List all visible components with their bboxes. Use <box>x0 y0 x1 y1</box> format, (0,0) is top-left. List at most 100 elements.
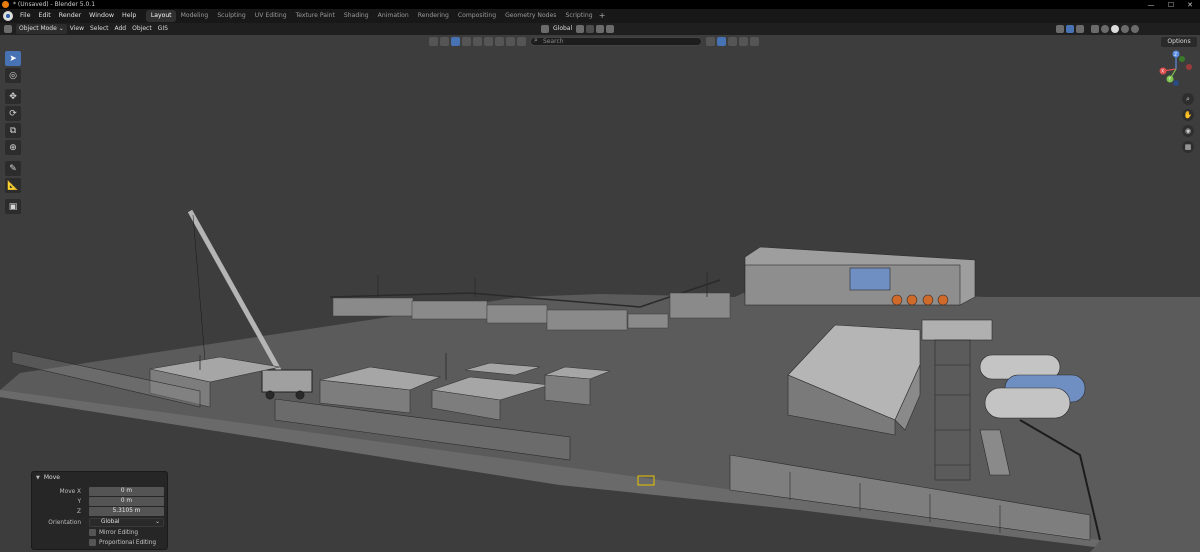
workspace-tab-rendering[interactable]: Rendering <box>413 10 453 22</box>
workspace-tab-shading[interactable]: Shading <box>339 10 373 22</box>
scene-render <box>0 209 1200 552</box>
y-axis-label: Y <box>1168 77 1172 82</box>
operator-panel-header[interactable]: ▼ Move <box>32 472 167 483</box>
armature-filter-icon[interactable] <box>506 36 515 46</box>
wireframe-shading-icon[interactable] <box>1101 25 1109 33</box>
menu-render[interactable]: Render <box>55 9 85 23</box>
snap-target-icon[interactable] <box>596 25 605 33</box>
annotate-tool[interactable]: ✎ <box>5 161 21 176</box>
checkbox-icon <box>89 529 96 536</box>
light-filter-icon[interactable] <box>473 36 482 46</box>
workspace-tab-sculpting[interactable]: Sculpting <box>213 10 250 22</box>
menu-object[interactable]: Object <box>129 24 155 34</box>
rotate-tool[interactable]: ⟳ <box>5 106 21 121</box>
move-y-field[interactable]: 0 m <box>89 497 164 506</box>
magnet-icon[interactable] <box>586 25 595 33</box>
search-input[interactable]: Search <box>530 36 702 46</box>
menu-add[interactable]: Add <box>112 24 130 34</box>
workspace-tab-uv-editing[interactable]: UV Editing <box>250 10 291 22</box>
workspace-tab-geometry-nodes[interactable]: Geometry Nodes <box>501 10 561 22</box>
curve-filter-icon[interactable] <box>495 36 504 46</box>
menu-edit[interactable]: Edit <box>35 9 55 23</box>
orientation-label: Orientation <box>48 519 81 526</box>
blender-logo-icon <box>2 1 9 8</box>
orientation-dropdown[interactable]: Global ⌄ <box>89 518 164 527</box>
maximize-button[interactable]: ☐ <box>1162 0 1180 9</box>
restrict-icon[interactable] <box>750 36 759 46</box>
proportional-edit-icon[interactable] <box>606 25 615 33</box>
transform-tool[interactable]: ⊕ <box>5 140 21 155</box>
navigation-gizmo[interactable]: Z X Y <box>1156 49 1196 89</box>
workspace-tab-texture-paint[interactable]: Texture Paint <box>291 10 339 22</box>
new-collection-icon[interactable] <box>717 36 726 46</box>
mode-selector[interactable]: Object Mode ⌄ <box>16 24 67 34</box>
pivot-icon[interactable] <box>576 25 585 33</box>
workspace-tab-modeling[interactable]: Modeling <box>176 10 213 22</box>
material-shading-icon[interactable] <box>1121 25 1129 33</box>
zoom-icon[interactable]: ⌕ <box>1182 93 1194 105</box>
mesh-filter-icon[interactable] <box>451 36 460 46</box>
pan-hand-icon[interactable]: ✋ <box>1182 109 1194 121</box>
menu-help[interactable]: Help <box>118 9 140 23</box>
move-y-label: Y <box>77 498 81 505</box>
workspace-tab-layout[interactable]: Layout <box>146 10 177 22</box>
scale-tool[interactable]: ⧉ <box>5 123 21 138</box>
adjust-last-operation-panel: ▼ Move Move X 0 m Y 0 m Z 5.3105 m Orien… <box>31 471 168 550</box>
workspace-tab-animation[interactable]: Animation <box>373 10 413 22</box>
minimize-button[interactable]: — <box>1142 0 1160 9</box>
collapse-triangle-icon: ▼ <box>36 474 40 481</box>
move-x-field[interactable]: 0 m <box>89 487 164 496</box>
move-z-field[interactable]: 5.3105 m <box>89 507 164 516</box>
overlay-toggle-icon[interactable] <box>1076 25 1084 33</box>
filter-icon[interactable] <box>739 36 748 46</box>
move-y-row: Y 0 m <box>32 497 169 506</box>
move-tool[interactable]: ✥ <box>5 89 21 104</box>
transform-orientation-dropdown[interactable]: Global <box>550 24 575 34</box>
mirror-editing-label: Mirror Editing <box>99 529 139 536</box>
rendered-shading-icon[interactable] <box>1131 25 1139 33</box>
sort-icon[interactable] <box>728 36 737 46</box>
title-bar: * (Unsaved) - Blender 5.0.1 — ☐ ✕ <box>0 0 1200 9</box>
menu-select[interactable]: Select <box>87 24 112 34</box>
solid-shading-icon[interactable] <box>1111 25 1119 33</box>
filter-dropdown-icon[interactable] <box>429 36 438 46</box>
other-filter-icon[interactable] <box>517 36 526 46</box>
annotate-icon: ✎ <box>9 163 17 174</box>
move-z-label: Z <box>77 508 81 515</box>
menu-gis[interactable]: GIS <box>155 24 171 34</box>
empty-filter-icon[interactable] <box>484 36 493 46</box>
perspective-grid-icon[interactable]: ▦ <box>1182 141 1194 153</box>
move-x-row: Move X 0 m <box>32 487 169 496</box>
camera-filter-icon[interactable] <box>462 36 471 46</box>
collapse-icon[interactable] <box>706 36 715 46</box>
viewport-header: Object Mode ⌄ View Select Add Object GIS… <box>0 23 1200 35</box>
menu-view[interactable]: View <box>67 24 87 34</box>
options-button[interactable]: Options <box>1161 37 1197 47</box>
close-button[interactable]: ✕ <box>1181 0 1199 9</box>
add-workspace-button[interactable]: + <box>597 11 607 21</box>
xray-icon[interactable] <box>1091 25 1099 33</box>
cursor-tool[interactable]: ◎ <box>5 68 21 83</box>
menu-file[interactable]: File <box>16 9 35 23</box>
blender-menu-icon[interactable] <box>3 11 13 21</box>
3d-viewport[interactable]: Search Options ➤ ◎ ✥ ⟳ ⧉ ⊕ ✎ 📐 ▣ Z X Y <box>0 35 1200 552</box>
rotate-icon: ⟳ <box>9 108 17 119</box>
orientation-value: Global <box>101 519 120 525</box>
gizmo-toggle-icon[interactable] <box>1066 25 1074 33</box>
proportional-editing-checkbox[interactable]: Proportional Editing <box>89 539 156 546</box>
mirror-editing-checkbox[interactable]: Mirror Editing <box>89 529 138 536</box>
measure-tool[interactable]: 📐 <box>5 178 21 193</box>
workspace-tab-compositing[interactable]: Compositing <box>453 10 500 22</box>
scale-icon: ⧉ <box>9 125 17 136</box>
select-box-tool[interactable]: ➤ <box>5 51 21 66</box>
visibility-filter-icon[interactable] <box>440 36 449 46</box>
workspace-tab-scripting[interactable]: Scripting <box>561 10 597 22</box>
menu-window[interactable]: Window <box>85 9 118 23</box>
editor-type-icon[interactable] <box>4 25 12 33</box>
visibility-icon[interactable] <box>1056 25 1064 33</box>
checkbox-icon <box>89 539 96 546</box>
z-axis-label: Z <box>1174 52 1177 57</box>
transform-controls: Global <box>540 24 615 34</box>
camera-view-icon[interactable]: ◉ <box>1182 125 1194 137</box>
add-cube-tool[interactable]: ▣ <box>5 199 21 214</box>
